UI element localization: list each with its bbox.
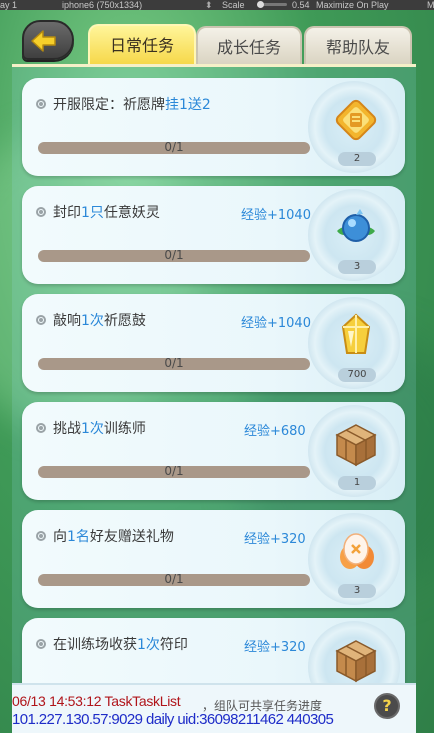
scale-slider[interactable] [257, 1, 287, 8]
back-button[interactable] [22, 20, 74, 60]
editor-toolbar: ay 1 iphone6 (750x1334) ⬍ Scale 0.54 Max… [0, 0, 434, 10]
reward-slot[interactable]: 700 [308, 297, 400, 389]
tab-daily-tasks[interactable]: 日常任务 [88, 24, 196, 64]
reward-slot[interactable]: 2 [308, 81, 400, 173]
tab-help-teammates[interactable]: 帮助队友 [304, 26, 412, 64]
exp-reward: 经验+680 [244, 424, 306, 439]
reward-slot[interactable]: 3 [308, 189, 400, 281]
resolution-dropdown[interactable]: iphone6 (750x1334) [62, 0, 142, 10]
bullet-icon [36, 99, 46, 109]
gold-crystal-icon [341, 313, 371, 354]
progress-bar: 0/1 [38, 356, 310, 370]
token-icon [335, 99, 377, 141]
progress-bar: 0/1 [38, 140, 310, 154]
exp-reward: 经验+1040 [241, 208, 311, 223]
maximize-on-play-button[interactable]: Maximize On Play [316, 0, 389, 10]
progress-text: 0/1 [164, 464, 184, 478]
task-title: 封印1只任意妖灵 [36, 202, 160, 222]
reward-count: 3 [338, 584, 376, 598]
progress-text: 0/1 [164, 572, 184, 586]
task-card[interactable]: 敲响1次祈愿鼓 经验+1040 0/1 700 [22, 294, 405, 392]
reward-count: 700 [338, 368, 376, 382]
reward-slot[interactable]: 1 [308, 405, 400, 497]
progress-bar: 0/1 [38, 248, 310, 262]
task-title: 开服限定：祈愿牌挂1送2 [36, 94, 211, 114]
bullet-icon [36, 207, 46, 217]
exp-reward: 经验+320 [244, 640, 306, 655]
dropdown-arrow-icon[interactable]: ⬍ [205, 0, 213, 10]
game-viewport: 日常任务 成长任务 帮助队友 开服限定：祈愿牌挂1送2 0/1 2 封印1只任意… [0, 10, 434, 733]
bullet-icon [36, 639, 46, 649]
task-title: 敲响1次祈愿鼓 [36, 310, 146, 330]
progress-text: 0/1 [164, 248, 184, 262]
reward-count: 3 [338, 260, 376, 274]
progress-text: 0/1 [164, 140, 184, 154]
editor-extra: M [427, 0, 434, 10]
task-card[interactable]: 开服限定：祈愿牌挂1送2 0/1 2 [22, 78, 405, 176]
tab-growth-tasks[interactable]: 成长任务 [196, 26, 302, 64]
progress-bar: 0/1 [38, 572, 310, 586]
scale-label: Scale [222, 0, 245, 10]
scale-slider-knob[interactable] [257, 1, 264, 8]
reward-count: 1 [338, 476, 376, 490]
task-card[interactable]: 挑战1次训练师 经验+680 0/1 1 [22, 402, 405, 500]
task-title: 在训练场收获1次符印 [36, 634, 188, 654]
reward-count: 2 [338, 152, 376, 166]
bullet-icon [36, 531, 46, 541]
blue-orb-icon [337, 209, 375, 242]
progress-text: 0/1 [164, 356, 184, 370]
task-title: 向1名好友赠送礼物 [36, 526, 174, 546]
task-card[interactable]: 向1名好友赠送礼物 经验+320 0/1 3 [22, 510, 405, 608]
reward-slot[interactable]: 3 [308, 513, 400, 605]
back-arrow-icon [31, 30, 56, 52]
progress-bar: 0/1 [38, 464, 310, 478]
egg-icon [340, 533, 374, 569]
help-button[interactable]: ? [374, 693, 400, 719]
bullet-icon [36, 315, 46, 325]
exp-reward: 经验+320 [244, 532, 306, 547]
wooden-crate-icon [335, 424, 377, 467]
wooden-crate-icon [335, 640, 377, 683]
task-card[interactable]: 封印1只任意妖灵 经验+1040 0/1 3 [22, 186, 405, 284]
bullet-icon [36, 423, 46, 433]
debug-log-line: 06/13 14:53:12 TaskTaskList [12, 693, 181, 709]
exp-reward: 经验+1040 [241, 316, 311, 331]
display-label[interactable]: ay 1 [0, 0, 17, 10]
debug-connection-line: 101.227.130.57:9029 daily uid:3609821146… [12, 711, 334, 728]
task-title: 挑战1次训练师 [36, 418, 146, 438]
scale-value: 0.54 [292, 0, 310, 10]
